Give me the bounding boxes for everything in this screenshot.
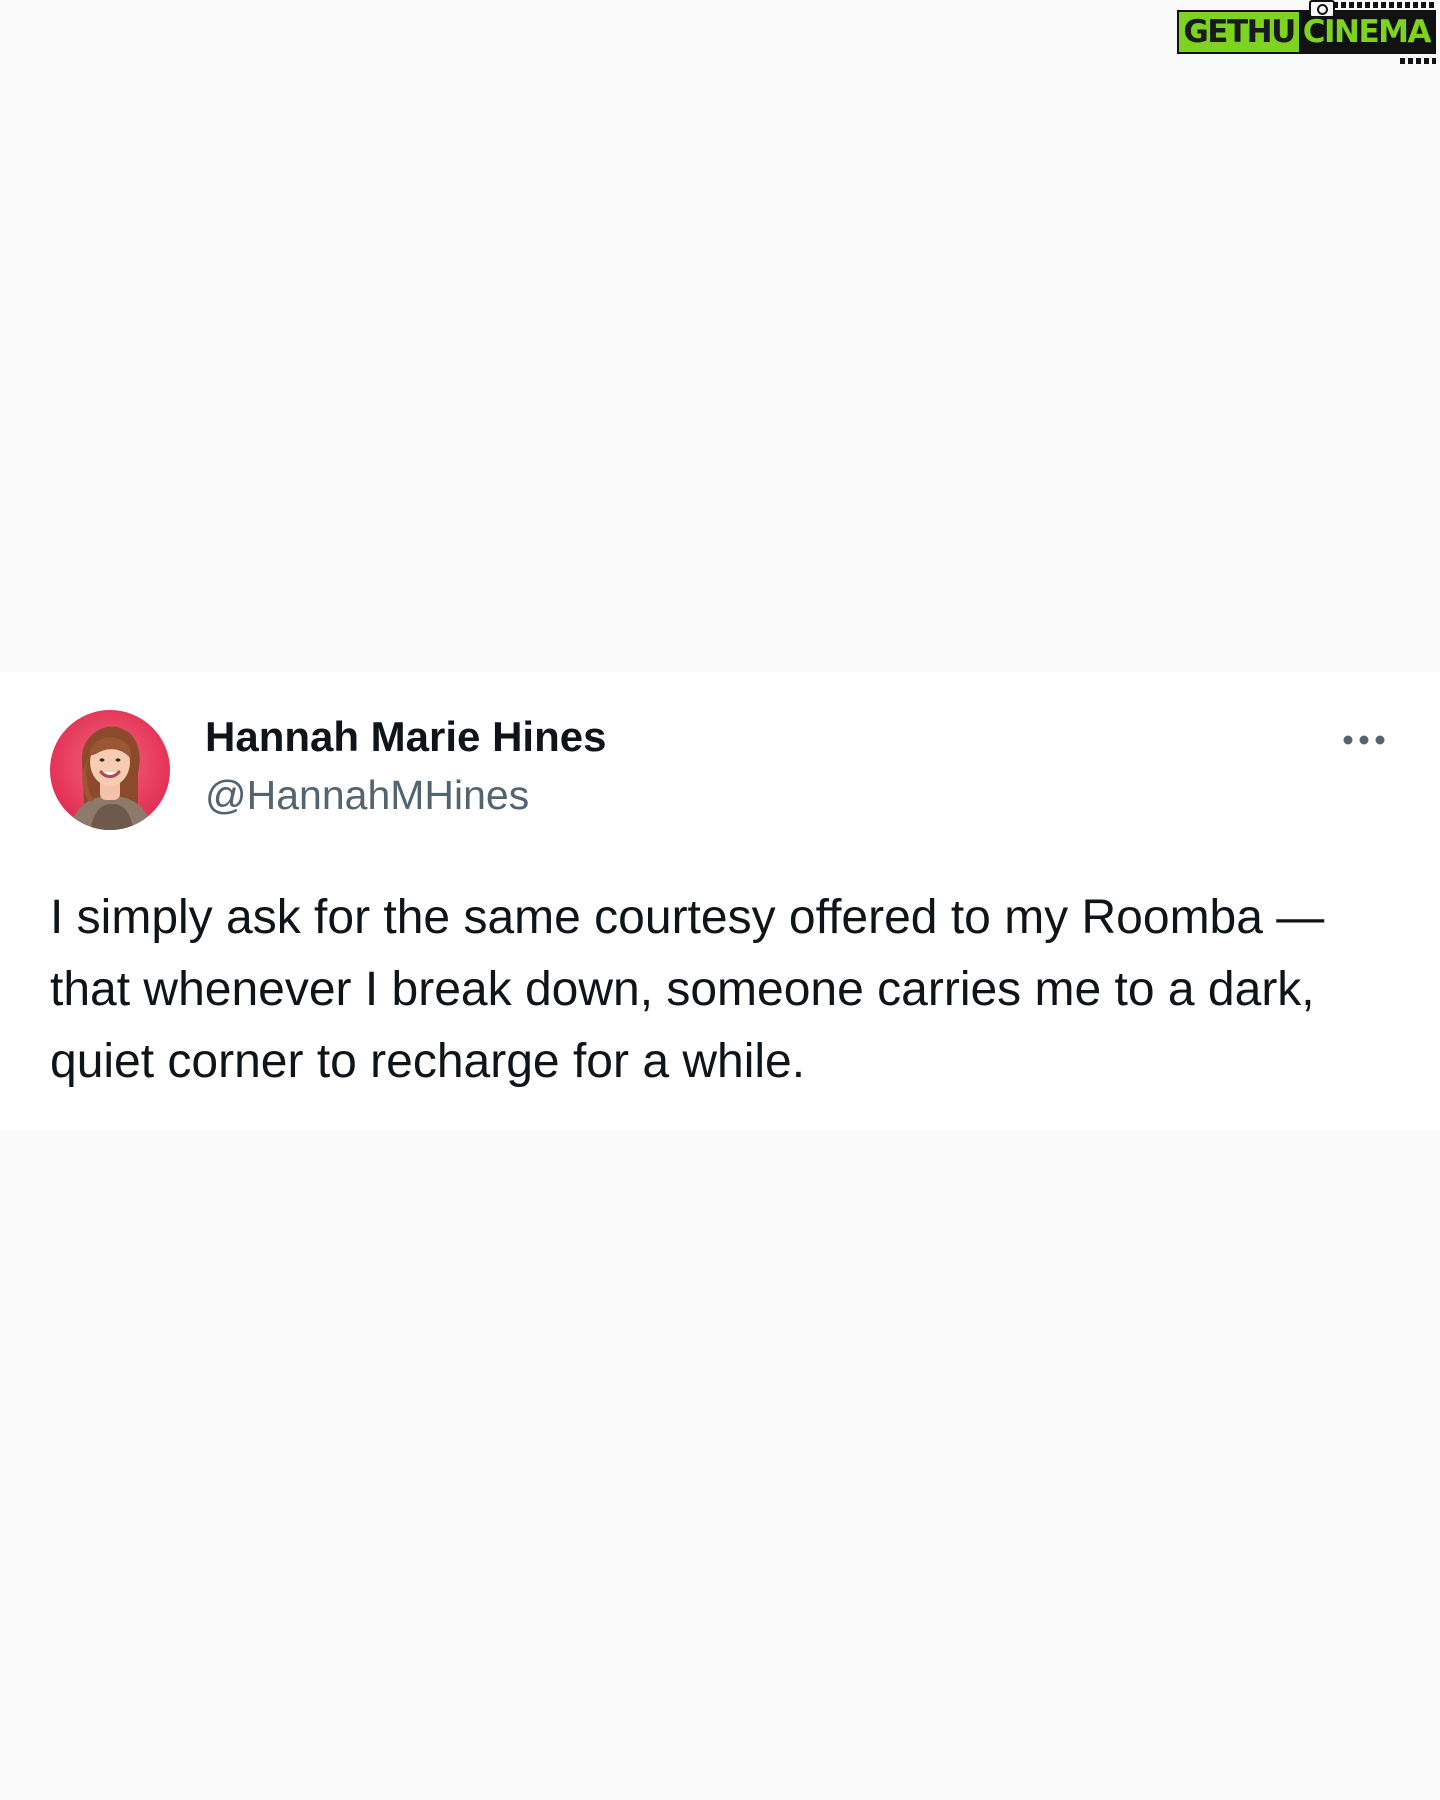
author-handle[interactable]: @HannahMHines — [205, 772, 529, 819]
tweet-text: I simply ask for the same courtesy offer… — [50, 891, 1325, 1088]
watermark-logo: GETHU CINEMA — [1177, 0, 1436, 64]
avatar-photo — [50, 710, 170, 830]
watermark-brand-left: GETHU — [1177, 10, 1299, 54]
watermark-brand-left-text: GETHU — [1183, 14, 1296, 50]
author-display-name[interactable]: Hannah Marie Hines — [205, 713, 606, 761]
more-dots-icon — [1343, 735, 1385, 745]
watermark-brand-right: CINEMA — [1298, 0, 1436, 64]
avatar[interactable] — [50, 710, 170, 830]
more-options-button[interactable] — [1340, 722, 1388, 758]
watermark-brand-right-text: CINEMA — [1302, 14, 1432, 50]
film-strip-icon — [1332, 2, 1436, 8]
film-strip-icon — [1400, 58, 1436, 64]
